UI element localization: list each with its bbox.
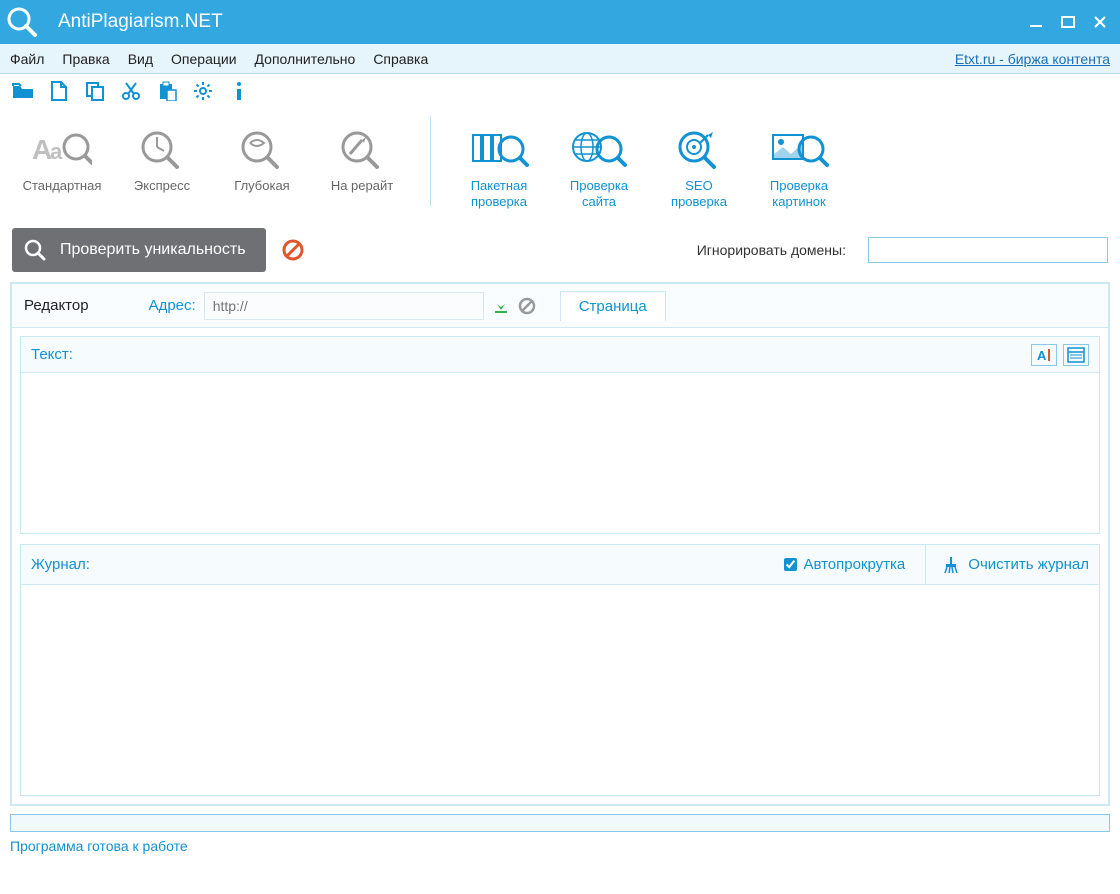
url-input[interactable]: [204, 292, 484, 320]
ignore-domains-input[interactable]: [868, 237, 1108, 263]
open-icon[interactable]: [12, 80, 34, 102]
ribbon-label: Экспресс: [134, 178, 190, 194]
stop-icon[interactable]: [282, 239, 304, 261]
copy-icon[interactable]: [84, 80, 106, 102]
journal-section: Журнал: Автопрокрутка Очистить журнал: [20, 544, 1100, 796]
broom-icon: [942, 556, 960, 574]
text-section: Текст: A: [20, 336, 1100, 534]
menu-file[interactable]: Файл: [10, 51, 44, 67]
ignore-domains-label: Игнорировать домены:: [697, 242, 846, 258]
ribbon-label: Глубокая: [234, 178, 289, 194]
status-text: Программа готова к работе: [10, 832, 1110, 854]
ribbon-label: На рерайт: [331, 178, 393, 194]
address-label: Адрес:: [149, 297, 196, 314]
etxt-link[interactable]: Etxt.ru - биржа контента: [955, 51, 1110, 67]
menu-bar: Файл Правка Вид Операции Дополнительно С…: [0, 44, 1120, 74]
close-button[interactable]: [1088, 10, 1112, 34]
svg-text:A: A: [1037, 348, 1047, 363]
editor-title: Редактор: [24, 297, 89, 314]
app-icon: [0, 0, 44, 44]
info-icon[interactable]: [228, 80, 250, 102]
text-area[interactable]: [21, 373, 1099, 533]
journal-area[interactable]: [21, 585, 1099, 795]
scan-mode-group: Aa Стандартная Экспресс Глубокая На рера…: [12, 116, 412, 216]
cancel-url-icon[interactable]: [518, 297, 536, 315]
editor-panel: Редактор Адрес: Страница Текст: A Журнал…: [10, 282, 1110, 806]
title-bar: AntiPlagiarism.NET: [0, 0, 1120, 44]
menu-view[interactable]: Вид: [128, 51, 153, 67]
search-icon: [24, 239, 46, 261]
menu-additional[interactable]: Дополнительно: [255, 51, 356, 67]
cut-icon[interactable]: [120, 80, 142, 102]
text-section-head: Текст: A: [21, 337, 1099, 373]
text-cursor-tool-icon[interactable]: A: [1031, 344, 1057, 366]
ribbon-seo[interactable]: SEO проверка: [649, 116, 749, 216]
minimize-button[interactable]: [1024, 10, 1048, 34]
ribbon-label: Проверка картинок: [770, 178, 828, 209]
small-toolbar: [0, 74, 1120, 108]
ribbon-deep[interactable]: Глубокая: [212, 116, 312, 216]
progress-bar: [10, 814, 1110, 832]
clear-journal-button[interactable]: Очистить журнал: [925, 545, 1089, 584]
autoscroll-checkbox[interactable]: [784, 558, 797, 571]
autoscroll-label: Автопрокрутка: [803, 556, 905, 573]
check-button-label: Проверить уникальность: [60, 241, 246, 259]
menu-operations[interactable]: Операции: [171, 51, 237, 67]
text-label: Текст:: [31, 346, 1025, 363]
journal-head: Журнал: Автопрокрутка Очистить журнал: [21, 545, 1099, 585]
new-file-icon[interactable]: [48, 80, 70, 102]
action-row: Проверить уникальность Игнорировать доме…: [0, 218, 1120, 278]
ribbon: Aa Стандартная Экспресс Глубокая На рера…: [0, 108, 1120, 218]
tools-group: Пакетная проверка Проверка сайта SEO про…: [449, 116, 849, 216]
download-icon[interactable]: [492, 297, 510, 315]
text-layout-tool-icon[interactable]: [1063, 344, 1089, 366]
menu-help[interactable]: Справка: [373, 51, 428, 67]
ribbon-label: Проверка сайта: [570, 178, 628, 209]
paste-icon[interactable]: [156, 80, 178, 102]
ribbon-separator: [430, 116, 431, 206]
editor-header: Редактор Адрес: Страница: [12, 284, 1108, 328]
check-uniqueness-button[interactable]: Проверить уникальность: [12, 228, 266, 272]
ribbon-label: Стандартная: [23, 178, 102, 194]
tab-page[interactable]: Страница: [560, 291, 666, 321]
clear-journal-label: Очистить журнал: [968, 556, 1089, 573]
svg-text:a: a: [50, 139, 63, 164]
window-controls: [1024, 10, 1112, 34]
ribbon-label: SEO проверка: [671, 178, 727, 209]
ribbon-site[interactable]: Проверка сайта: [549, 116, 649, 216]
settings-icon[interactable]: [192, 80, 214, 102]
footer-area: Программа готова к работе: [10, 814, 1110, 854]
ribbon-label: Пакетная проверка: [471, 178, 528, 209]
ribbon-batch[interactable]: Пакетная проверка: [449, 116, 549, 216]
journal-label: Журнал:: [31, 556, 784, 573]
ribbon-rewrite[interactable]: На рерайт: [312, 116, 412, 216]
ribbon-images[interactable]: Проверка картинок: [749, 116, 849, 216]
ribbon-standard[interactable]: Aa Стандартная: [12, 116, 112, 216]
autoscroll-toggle[interactable]: Автопрокрутка: [784, 556, 905, 573]
maximize-button[interactable]: [1056, 10, 1080, 34]
ribbon-express[interactable]: Экспресс: [112, 116, 212, 216]
app-title: AntiPlagiarism.NET: [58, 11, 1024, 33]
menu-edit[interactable]: Правка: [62, 51, 109, 67]
